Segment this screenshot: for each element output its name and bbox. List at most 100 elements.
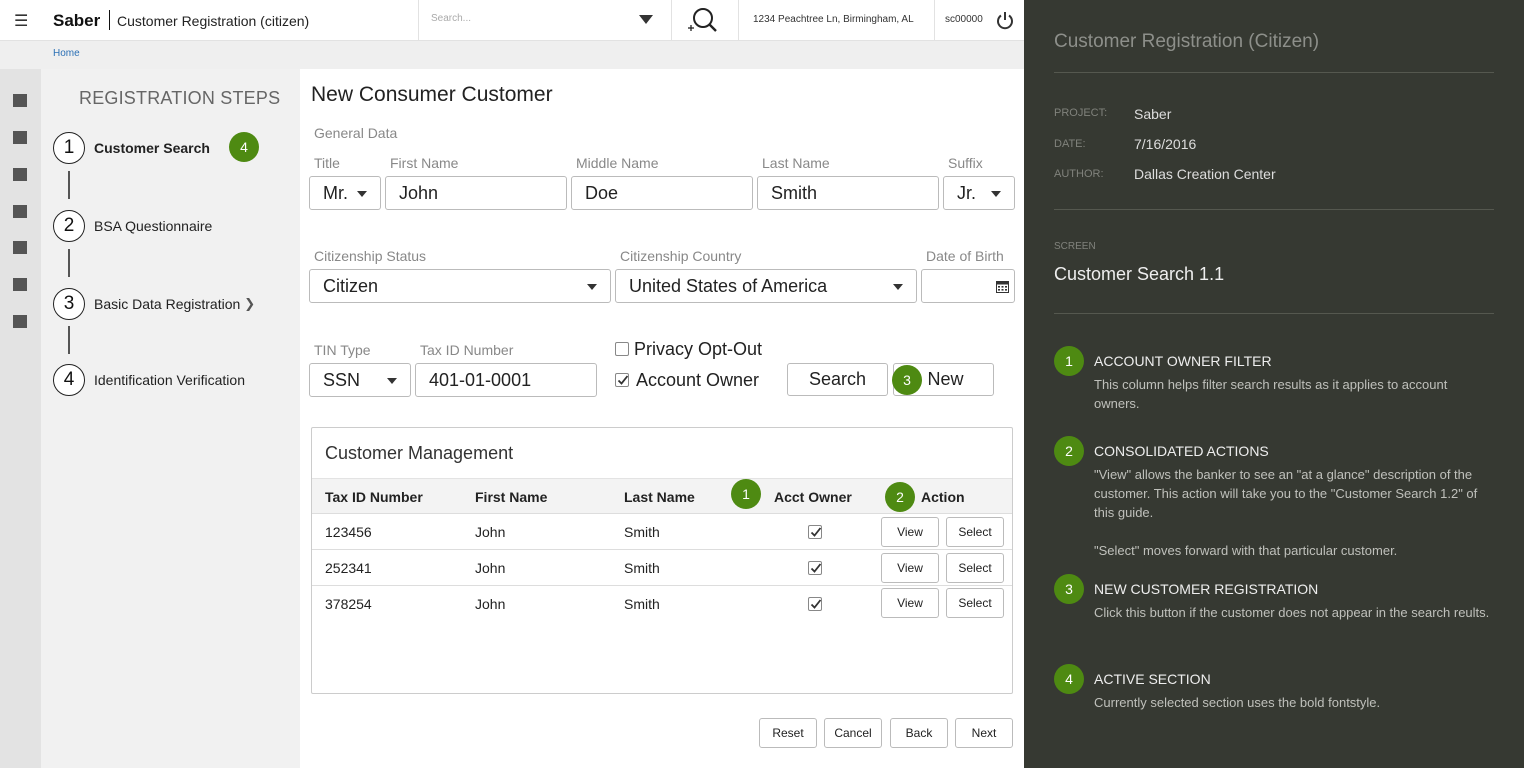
tin-type-label: TIN Type <box>314 342 371 358</box>
annotation-badge-1: 1 <box>731 479 761 509</box>
acct-owner-checkbox[interactable] <box>808 597 822 611</box>
project-value: Saber <box>1134 106 1172 122</box>
cell-last-name: Smith <box>624 560 660 576</box>
tax-id-field[interactable]: 401-01-0001 <box>415 363 597 397</box>
note-title: NEW CUSTOMER REGISTRATION <box>1094 581 1319 597</box>
step-bsa-questionnaire[interactable]: 2 BSA Questionnaire <box>53 210 212 242</box>
note-text: Currently selected section uses the bold… <box>1094 695 1381 710</box>
rail-item-icon[interactable] <box>13 168 27 181</box>
date-of-birth-field[interactable] <box>921 269 1015 303</box>
search-add-icon[interactable] <box>686 6 718 36</box>
hamburger-menu-icon[interactable]: ☰ <box>14 11 28 31</box>
annotation-badge-4: 4 <box>229 132 259 162</box>
step-number: 2 <box>53 210 85 242</box>
date-of-birth-label: Date of Birth <box>926 248 1004 264</box>
next-button[interactable]: Next <box>955 718 1013 748</box>
cell-last-name: Smith <box>624 596 660 612</box>
power-icon[interactable] <box>995 10 1015 30</box>
header-divider <box>418 0 419 41</box>
rail-item-icon[interactable] <box>13 315 27 328</box>
annotation-panel: Customer Registration (Citizen) PROJECT:… <box>1024 0 1524 768</box>
column-header: First Name <box>475 489 548 505</box>
step-label: Basic Data Registration <box>94 296 241 312</box>
calendar-icon[interactable] <box>996 280 1009 293</box>
app-title: Customer Registration (citizen) <box>117 13 310 29</box>
step-label: Identification Verification <box>94 372 245 388</box>
account-owner-checkbox[interactable] <box>615 373 629 387</box>
screen-value: Customer Search 1.1 <box>1054 264 1225 284</box>
card-title: Customer Management <box>325 443 514 463</box>
column-header: Action <box>921 489 965 505</box>
step-label: Customer Search <box>94 140 210 156</box>
cell-tax-id: 123456 <box>325 524 372 540</box>
acct-owner-checkbox[interactable] <box>808 525 822 539</box>
privacy-opt-out-label: Privacy Opt-Out <box>634 339 763 359</box>
citizenship-status-select[interactable]: Citizen <box>309 269 611 303</box>
middle-name-label: Middle Name <box>576 155 659 171</box>
table-row: 252341 John Smith View Select <box>312 550 1012 586</box>
breadcrumb-home-link[interactable]: Home <box>53 48 80 59</box>
column-header: Tax ID Number <box>325 489 423 505</box>
cell-tax-id: 378254 <box>325 596 372 612</box>
steps-title: REGISTRATION STEPS <box>79 88 281 108</box>
back-button[interactable]: Back <box>890 718 948 748</box>
note-title: ACTIVE SECTION <box>1094 671 1211 687</box>
column-header: Acct Owner <box>774 489 852 505</box>
step-customer-search[interactable]: 1 Customer Search <box>53 132 210 164</box>
tin-type-select[interactable]: SSN <box>309 363 411 397</box>
rail-item-icon[interactable] <box>13 205 27 218</box>
privacy-opt-out-checkbox[interactable] <box>615 342 629 356</box>
step-number: 1 <box>53 132 85 164</box>
annotation-badge-4: 4 <box>1054 664 1084 694</box>
rail-item-icon[interactable] <box>13 131 27 144</box>
step-basic-data-registration[interactable]: 3 Basic Data Registration ❯ <box>53 288 255 320</box>
rail-item-icon[interactable] <box>13 241 27 254</box>
header-divider <box>934 0 935 41</box>
search-button[interactable]: Search <box>787 363 888 396</box>
view-button[interactable]: View <box>881 553 939 583</box>
select-button[interactable]: Select <box>946 588 1004 618</box>
suffix-select[interactable]: Jr. <box>943 176 1015 210</box>
citizenship-country-select[interactable]: United States of America <box>615 269 917 303</box>
author-value: Dallas Creation Center <box>1134 166 1276 182</box>
suffix-label: Suffix <box>948 155 983 171</box>
annotation-badge-1: 1 <box>1054 346 1084 376</box>
note-title: CONSOLIDATED ACTIONS <box>1094 443 1269 459</box>
acct-owner-checkbox[interactable] <box>808 561 822 575</box>
select-button[interactable]: Select <box>946 517 1004 547</box>
view-button[interactable]: View <box>881 588 939 618</box>
last-name-label: Last Name <box>762 155 830 171</box>
step-connector <box>68 326 70 354</box>
customer-management-card: Customer Management Tax ID Number First … <box>311 427 1013 694</box>
registration-steps: REGISTRATION STEPS 1 Customer Search 2 B… <box>41 69 300 768</box>
table-row: 378254 John Smith View Select <box>312 586 1012 622</box>
chevron-down-icon <box>387 378 397 384</box>
cell-first-name: John <box>475 596 506 612</box>
annotation-badge-3: 3 <box>892 365 922 395</box>
cancel-button[interactable]: Cancel <box>824 718 882 748</box>
project-key: PROJECT: <box>1054 107 1108 119</box>
section-general-data: General Data <box>314 125 398 141</box>
suffix-value: Jr. <box>957 182 977 203</box>
step-label: BSA Questionnaire <box>94 218 213 234</box>
rail-item-icon[interactable] <box>13 278 27 291</box>
chevron-right-icon: ❯ <box>244 296 256 311</box>
search-input[interactable]: Search... <box>431 13 631 24</box>
select-button[interactable]: Select <box>946 553 1004 583</box>
title-select[interactable]: Mr. <box>309 176 381 210</box>
reset-button[interactable]: Reset <box>759 718 817 748</box>
last-name-field[interactable]: Smith <box>757 176 939 210</box>
view-button[interactable]: View <box>881 517 939 547</box>
checkmark-icon <box>810 599 822 609</box>
title-label: Title <box>314 155 340 171</box>
rail-item-icon[interactable] <box>13 94 27 107</box>
divider <box>1054 209 1494 210</box>
search-dropdown-icon[interactable] <box>639 15 653 24</box>
middle-name-field[interactable]: Doe <box>571 176 753 210</box>
main-content: New Consumer Customer General Data Title… <box>300 69 1024 768</box>
divider <box>1054 72 1494 73</box>
screen-key: SCREEN <box>1054 241 1096 252</box>
step-identification-verification[interactable]: 4 Identification Verification <box>53 364 245 396</box>
location-address: 1234 Peachtree Ln, Birmingham, AL <box>753 14 914 25</box>
first-name-field[interactable]: John <box>385 176 567 210</box>
